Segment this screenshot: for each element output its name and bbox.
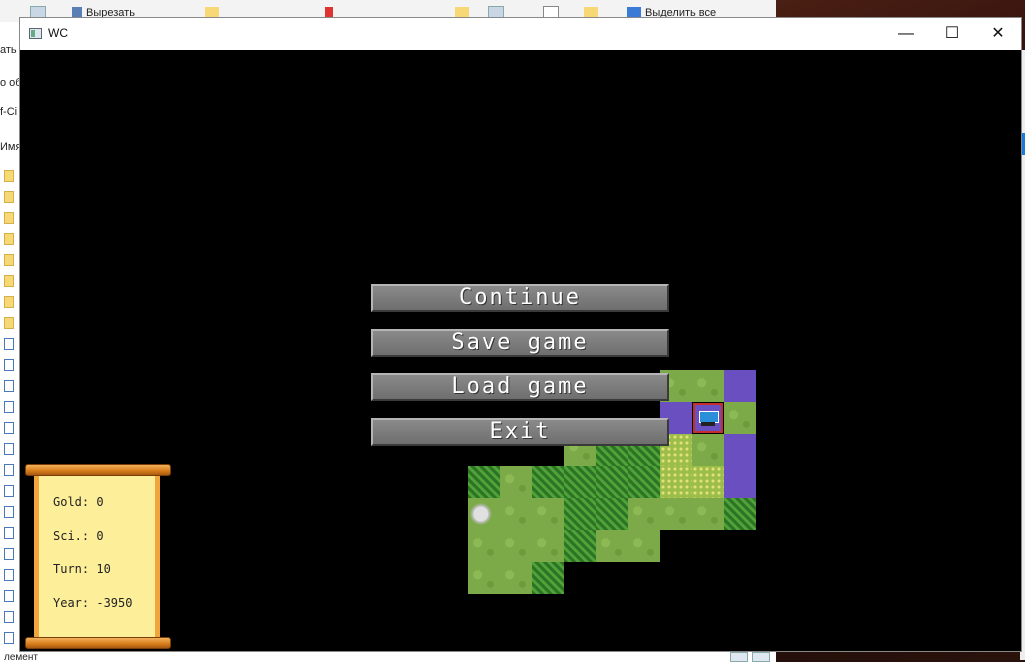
status-text: лемент (4, 652, 38, 663)
map-tile-grassland[interactable] (628, 498, 660, 530)
map-tile-grassland[interactable] (692, 370, 724, 402)
map-tile-hills[interactable] (468, 498, 500, 530)
explorer-label-fragment: ать (0, 44, 17, 56)
map-tile-forest[interactable] (532, 562, 564, 594)
cpp-file-icon[interactable] (4, 359, 14, 371)
map-tile-forest[interactable] (564, 530, 596, 562)
folder-icon[interactable] (4, 254, 14, 266)
folder-icon[interactable] (4, 191, 14, 203)
cpp-file-icon[interactable] (4, 485, 14, 497)
map-tile-plains[interactable] (660, 466, 692, 498)
game-window: WC — ☐ ✕ Continue Save game Load game Ex… (20, 18, 1021, 651)
map-tile-plains[interactable] (692, 466, 724, 498)
maximize-button[interactable]: ☐ (929, 18, 975, 50)
explorer-label-fragment: о об (0, 77, 22, 89)
map-tile-forest[interactable] (532, 466, 564, 498)
map-tile-forest[interactable] (596, 498, 628, 530)
cpp-file-icon[interactable] (4, 569, 14, 581)
file-icon[interactable] (4, 506, 14, 518)
map-tile-grassland[interactable] (500, 498, 532, 530)
cpp-file-icon[interactable] (4, 401, 14, 413)
explorer-column-header: Имя (0, 141, 22, 153)
details-view-icon[interactable] (730, 652, 748, 662)
file-icon[interactable] (4, 422, 14, 434)
window-title: WC (48, 26, 68, 40)
scroll-rod-top (25, 464, 171, 476)
map-tile-water[interactable] (724, 370, 756, 402)
file-icon[interactable] (4, 464, 14, 476)
map-tile-grassland[interactable] (628, 530, 660, 562)
tiles-view-icon[interactable] (752, 652, 770, 662)
folder-icon[interactable] (4, 170, 14, 182)
folder-icon[interactable] (4, 317, 14, 329)
scroll-rod-bottom (25, 637, 171, 649)
cpp-file-icon[interactable] (4, 443, 14, 455)
file-icon[interactable] (4, 590, 14, 602)
map-tile-water[interactable] (724, 434, 756, 466)
minimize-button[interactable]: — (883, 18, 929, 50)
map-tile-forest[interactable] (468, 466, 500, 498)
map-tile-grassland[interactable] (500, 562, 532, 594)
title-bar[interactable]: WC — ☐ ✕ (20, 18, 1021, 50)
file-icon[interactable] (4, 548, 14, 560)
folder-icon[interactable] (4, 212, 14, 224)
turn-label: Turn: 10 (53, 562, 111, 576)
map-tile-forest[interactable] (724, 498, 756, 530)
map-tile-forest[interactable] (564, 466, 596, 498)
stats-scroll: Gold: 0 Sci.: 0 Turn: 10 Year: -3950 (25, 464, 171, 649)
exit-button[interactable]: Exit (371, 418, 669, 446)
folder-icon[interactable] (4, 296, 14, 308)
map-tile-grassland[interactable] (532, 530, 564, 562)
close-button[interactable]: ✕ (975, 18, 1021, 50)
explorer-label-fragment: f-Ci (0, 106, 18, 118)
folder-icon[interactable] (4, 233, 14, 245)
map-tile-forest[interactable] (628, 466, 660, 498)
map-tile-forest[interactable] (596, 466, 628, 498)
map-tile-water[interactable] (724, 466, 756, 498)
science-label: Sci.: 0 (53, 529, 104, 543)
file-icon[interactable] (4, 338, 14, 350)
game-canvas[interactable]: Continue Save game Load game Exit Gold: … (20, 50, 1021, 651)
map-tile-grassland[interactable] (660, 498, 692, 530)
cpp-file-icon[interactable] (4, 527, 14, 539)
map-tile-grassland[interactable] (532, 498, 564, 530)
map-tile-grassland[interactable] (596, 530, 628, 562)
continue-button[interactable]: Continue (371, 284, 669, 312)
app-icon (29, 28, 42, 39)
settler-unit[interactable] (693, 403, 723, 433)
year-label: Year: -3950 (53, 596, 133, 610)
folder-icon[interactable] (4, 275, 14, 287)
file-icon[interactable] (4, 380, 14, 392)
map-tile-grassland[interactable] (500, 530, 532, 562)
map-tile-grassland[interactable] (692, 434, 724, 466)
save-game-button[interactable]: Save game (371, 329, 669, 357)
map-tile-grassland[interactable] (468, 562, 500, 594)
load-game-button[interactable]: Load game (371, 373, 669, 401)
map-tile-grassland[interactable] (468, 530, 500, 562)
explorer-status-bar: лемент (0, 651, 776, 663)
explorer-file-list: ать о об f-Ci Имя (0, 22, 22, 662)
map-tile-forest[interactable] (564, 498, 596, 530)
map-tile-grassland[interactable] (500, 466, 532, 498)
map-tile-grassland[interactable] (724, 402, 756, 434)
gold-label: Gold: 0 (53, 495, 104, 509)
map-tile-grassland[interactable] (692, 498, 724, 530)
cpp-file-icon[interactable] (4, 611, 14, 623)
file-icon[interactable] (4, 632, 14, 644)
